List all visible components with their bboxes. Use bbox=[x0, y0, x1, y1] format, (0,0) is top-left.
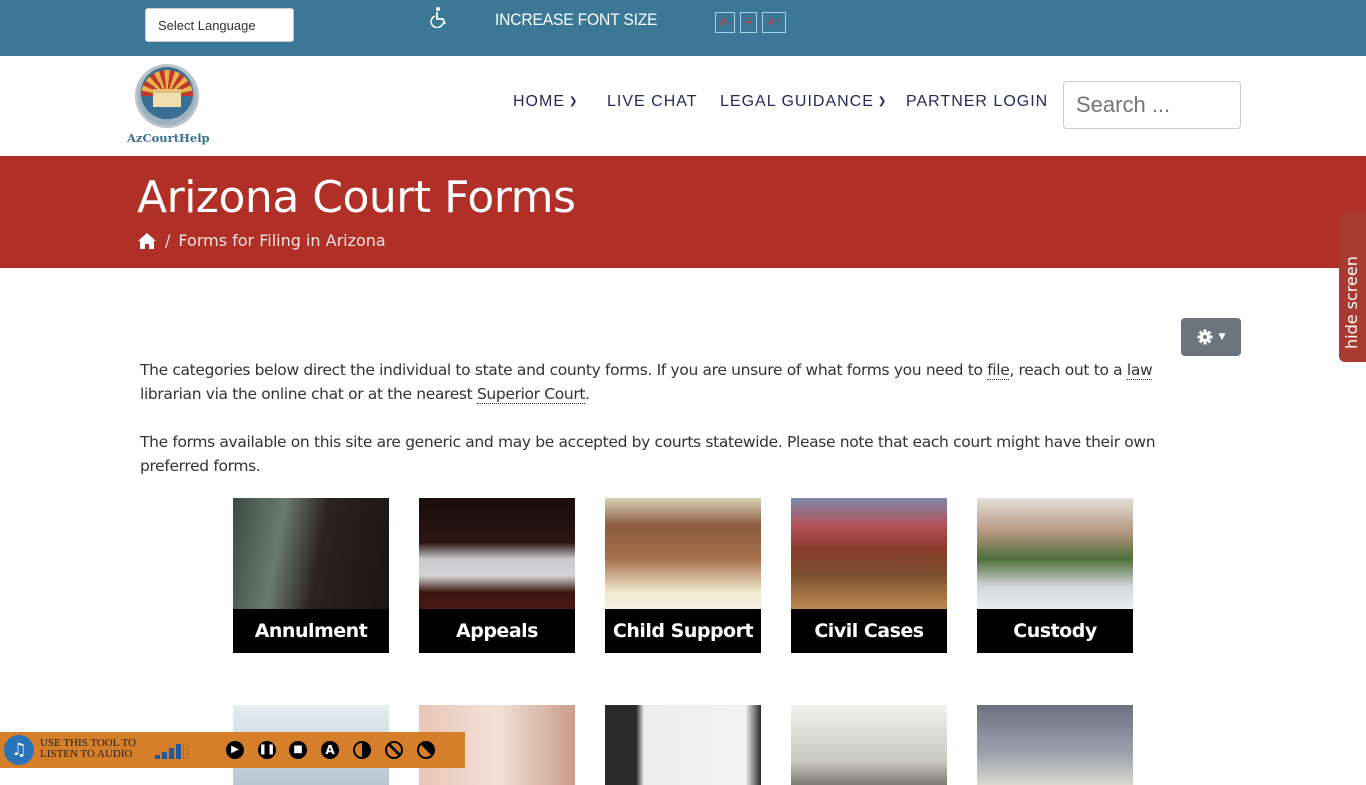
nav-home[interactable]: HOME ❯ bbox=[513, 93, 578, 111]
appeals-photo bbox=[419, 498, 575, 609]
font-size-label: INCREASE FONT SIZE bbox=[495, 10, 658, 29]
category-label: Civil Cases bbox=[791, 609, 947, 653]
money-exchange-photo bbox=[977, 705, 1133, 785]
volume-bar bbox=[155, 755, 160, 759]
nav-live-chat[interactable]: LIVE CHAT bbox=[607, 93, 698, 111]
article-tools-button[interactable]: ▼ bbox=[1181, 318, 1241, 356]
money-laptop-photo bbox=[791, 705, 947, 785]
play-icon[interactable]: ▶ bbox=[226, 741, 244, 759]
civil-cases-photo bbox=[791, 498, 947, 609]
category-tile-custody[interactable]: Custody bbox=[977, 498, 1133, 653]
category-tile-row2-5[interactable] bbox=[977, 705, 1133, 785]
pause-icon[interactable]: ❚❚ bbox=[258, 741, 276, 759]
nav-live-chat-label: LIVE CHAT bbox=[607, 93, 698, 110]
hearing-icon[interactable]: ♫ bbox=[4, 735, 34, 765]
glossary-term-law[interactable]: law bbox=[1126, 361, 1153, 380]
font-increase-button[interactable]: A+ bbox=[762, 12, 786, 33]
category-label: Custody bbox=[977, 609, 1133, 653]
caret-down-icon: ▼ bbox=[1218, 332, 1226, 342]
contrast-2-icon[interactable] bbox=[385, 741, 403, 759]
nav-home-label: HOME bbox=[513, 93, 565, 110]
home-icon[interactable] bbox=[137, 232, 157, 250]
stop-icon[interactable]: ■ bbox=[289, 741, 307, 759]
nav-partner-login-label: PARTNER LOGIN bbox=[906, 93, 1049, 110]
utility-bar: Select Language INCREASE FONT SIZE A- A … bbox=[0, 0, 1366, 56]
contrast-icon[interactable] bbox=[353, 741, 371, 759]
site-header: AzCourtHelp HOME ❯ LIVE CHAT LEGAL GUIDAN… bbox=[0, 56, 1366, 156]
wheelchair-icon[interactable] bbox=[428, 6, 448, 28]
audio-tool-line2: LISTEN TO AUDIO bbox=[40, 748, 133, 760]
volume-bar bbox=[169, 748, 174, 759]
font-reset-button[interactable]: A bbox=[740, 12, 757, 33]
chevron-down-icon: ❯ bbox=[877, 96, 888, 107]
category-label: Child Support bbox=[605, 609, 761, 653]
category-tile-civil-cases[interactable]: Civil Cases bbox=[791, 498, 947, 653]
volume-bar bbox=[176, 744, 181, 759]
volume-bar bbox=[162, 752, 167, 759]
volume-control[interactable] bbox=[155, 741, 188, 759]
page-title: Arizona Court Forms bbox=[137, 172, 576, 223]
category-label: Appeals bbox=[419, 609, 575, 653]
category-tile-annulment[interactable]: Annulment bbox=[233, 498, 389, 653]
breadcrumb: / Forms for Filing in Arizona bbox=[137, 231, 386, 250]
custody-photo bbox=[977, 498, 1133, 609]
nav-partner-login[interactable]: PARTNER LOGIN bbox=[906, 93, 1048, 111]
category-tile-child-support[interactable]: Child Support bbox=[605, 498, 761, 653]
category-label: Annulment bbox=[233, 609, 389, 653]
language-select[interactable]: Select Language bbox=[145, 8, 294, 42]
hide-screen-label: hide screen bbox=[1342, 256, 1361, 349]
chevron-down-icon: ❯ bbox=[569, 96, 579, 107]
audio-tool-label: USE THIS TOOL TO LISTEN TO AUDIO bbox=[40, 738, 136, 760]
logo-courthouse bbox=[153, 89, 181, 107]
site-logo[interactable]: AzCourtHelp bbox=[127, 64, 211, 150]
nav-legal-guidance[interactable]: LEGAL GUIDANCE ❯ bbox=[720, 93, 887, 111]
nav-legal-guidance-label: LEGAL GUIDANCE bbox=[720, 93, 874, 110]
glossary-term-superior-court[interactable]: Superior Court bbox=[476, 385, 585, 404]
category-tile-row2-3[interactable] bbox=[605, 705, 761, 785]
logo-text: AzCourtHelp bbox=[127, 131, 210, 145]
category-tile-row2-4[interactable] bbox=[791, 705, 947, 785]
gear-icon bbox=[1197, 329, 1213, 345]
search-input[interactable] bbox=[1063, 81, 1241, 129]
glossary-term-file[interactable]: file bbox=[987, 361, 1010, 380]
eviction-notice-photo bbox=[605, 705, 761, 785]
child-support-photo bbox=[605, 498, 761, 609]
intro-paragraph-1: The categories below direct the individu… bbox=[140, 361, 1153, 404]
annulment-photo bbox=[233, 498, 389, 609]
hide-screen-tab[interactable]: hide screen bbox=[1339, 213, 1366, 362]
intro-paragraph-2: The forms available on this site are gen… bbox=[140, 433, 1156, 475]
font-decrease-button[interactable]: A- bbox=[715, 12, 735, 33]
text-mode-icon[interactable]: A bbox=[321, 741, 339, 759]
breadcrumb-current: Forms for Filing in Arizona bbox=[178, 231, 386, 250]
contrast-3-icon[interactable] bbox=[417, 741, 435, 759]
audio-tool-bar: ♫ USE THIS TOOL TO LISTEN TO AUDIO ▶ ❚❚ … bbox=[0, 732, 465, 768]
breadcrumb-separator: / bbox=[165, 231, 171, 250]
volume-bar bbox=[183, 744, 188, 759]
category-tile-appeals[interactable]: Appeals bbox=[419, 498, 575, 653]
page-hero: Arizona Court Forms / Forms for Filing i… bbox=[0, 156, 1366, 268]
